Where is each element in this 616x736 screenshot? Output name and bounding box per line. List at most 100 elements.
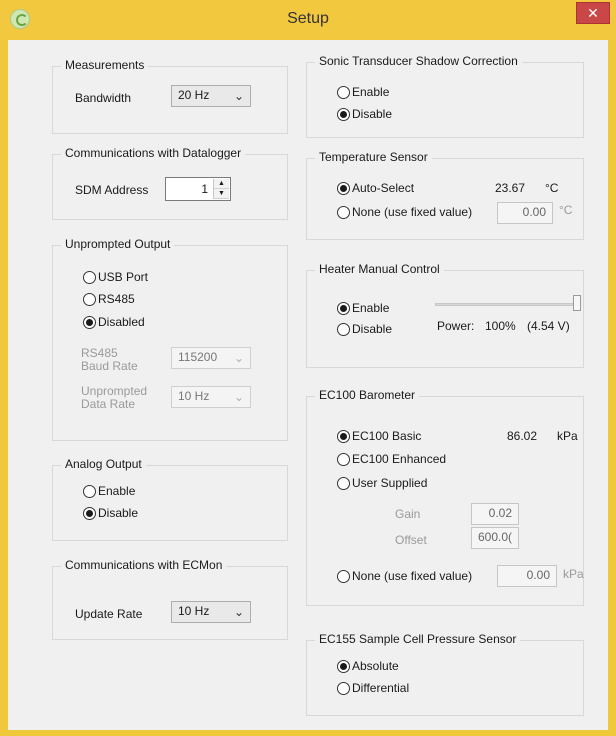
radio-barometer-none[interactable]: None (use fixed value) — [337, 569, 472, 583]
radio-rs485[interactable]: RS485 — [83, 292, 135, 306]
sonic-legend: Sonic Transducer Shadow Correction — [315, 54, 522, 68]
radio-icon — [337, 85, 350, 99]
radio-icon — [337, 452, 350, 466]
temperature-unit: °C — [545, 181, 559, 195]
sonic-shadow-group: Sonic Transducer Shadow Correction Enabl… — [306, 54, 584, 138]
radio-sonic-enable[interactable]: Enable — [337, 85, 389, 99]
chevron-down-icon: ⌄ — [233, 89, 244, 103]
barometer-fixed-input[interactable]: 0.00 — [497, 565, 557, 587]
radio-icon — [83, 484, 96, 498]
bandwidth-select[interactable]: 20 Hz ⌄ — [171, 85, 251, 107]
radio-icon — [337, 681, 350, 695]
power-slider-track[interactable] — [435, 303, 581, 306]
radio-selected-icon — [83, 506, 96, 520]
bandwidth-label: Bandwidth — [75, 91, 132, 105]
chevron-down-icon: ⌄ — [233, 605, 244, 619]
radio-auto-select[interactable]: Auto-Select — [337, 181, 414, 195]
analog-legend: Analog Output — [61, 457, 146, 471]
gain-label: Gain — [395, 507, 421, 521]
ec155-pressure-group: EC155 Sample Cell Pressure Sensor Absolu… — [306, 632, 584, 716]
power-volts: (4.54 V) — [527, 319, 570, 333]
baud-rate-label-2: Baud Rate — [81, 359, 138, 373]
barometer-legend: EC100 Barometer — [315, 388, 420, 402]
baud-rate-value: 115200 — [178, 350, 218, 364]
update-rate-value: 10 Hz — [178, 604, 210, 618]
radio-usb-port[interactable]: USB Port — [83, 270, 148, 284]
sdm-address-label: SDM Address — [75, 183, 149, 197]
data-rate-select[interactable]: 10 Hz ⌄ — [171, 386, 251, 408]
comms-ecmon-legend: Communications with ECMon — [61, 558, 227, 572]
unprompted-output-group: Unprompted Output USB Port RS485 Disable… — [52, 237, 288, 441]
radio-selected-icon — [337, 107, 350, 121]
update-rate-select[interactable]: 10 Hz ⌄ — [171, 601, 251, 623]
spin-down-icon[interactable]: ▼ — [214, 189, 229, 199]
temperature-reading: 23.67 — [495, 181, 526, 195]
ec100-barometer-group: EC100 Barometer EC100 Basic 86.02 kPa EC… — [306, 388, 584, 606]
radio-selected-icon — [337, 181, 350, 195]
chevron-down-icon: ⌄ — [233, 390, 244, 404]
radio-selected-icon — [337, 429, 350, 443]
title-bar[interactable]: Setup ✕ — [0, 0, 616, 40]
radio-differential[interactable]: Differential — [337, 681, 409, 695]
bandwidth-value: 20 Hz — [178, 88, 210, 102]
power-slider-thumb[interactable] — [573, 295, 581, 311]
offset-label: Offset — [395, 533, 427, 547]
radio-selected-icon — [337, 301, 350, 315]
analog-output-group: Analog Output Enable Disable — [52, 457, 288, 541]
radio-heater-enable[interactable]: Enable — [337, 301, 389, 315]
setup-window: Setup ✕ Measurements Bandwidth 20 Hz ⌄ C… — [0, 0, 616, 736]
temperature-fixed-input[interactable]: 0.00 — [497, 202, 553, 224]
radio-ec100-enhanced[interactable]: EC100 Enhanced — [337, 452, 446, 466]
radio-selected-icon — [337, 659, 350, 673]
update-rate-label: Update Rate — [75, 607, 143, 621]
radio-disabled[interactable]: Disabled — [83, 315, 145, 329]
temperature-sensor-group: Temperature Sensor Auto-Select 23.67 °C … — [306, 150, 584, 240]
baud-rate-select[interactable]: 115200 ⌄ — [171, 347, 251, 369]
comms-ecmon-group: Communications with ECMon Update Rate 10… — [52, 558, 288, 640]
unprompted-legend: Unprompted Output — [61, 237, 175, 251]
power-percent: 100% — [485, 319, 516, 333]
radio-analog-enable[interactable]: Enable — [83, 484, 135, 498]
comms-datalogger-legend: Communications with Datalogger — [61, 146, 246, 160]
radio-absolute[interactable]: Absolute — [337, 659, 399, 673]
radio-user-supplied[interactable]: User Supplied — [337, 476, 427, 490]
comms-datalogger-group: Communications with Datalogger SDM Addre… — [52, 146, 288, 220]
spin-up-icon[interactable]: ▲ — [214, 179, 229, 189]
radio-sonic-disable[interactable]: Disable — [337, 107, 392, 121]
data-rate-value: 10 Hz — [178, 389, 210, 403]
heater-control-group: Heater Manual Control Enable Disable Pow… — [306, 262, 584, 368]
radio-temperature-none[interactable]: None (use fixed value) — [337, 205, 472, 219]
power-label: Power: — [437, 319, 475, 333]
measurements-legend: Measurements — [61, 58, 149, 72]
radio-icon — [337, 569, 350, 583]
radio-icon — [337, 476, 350, 490]
radio-icon — [337, 205, 350, 219]
temperature-fixed-unit: °C — [559, 203, 573, 217]
radio-icon — [83, 270, 96, 284]
barometer-reading: 86.02 — [507, 429, 538, 443]
ec155-legend: EC155 Sample Cell Pressure Sensor — [315, 632, 521, 646]
window-title: Setup — [287, 10, 329, 27]
chevron-down-icon: ⌄ — [233, 351, 244, 365]
sdm-address-spinner[interactable]: 1 ▲ ▼ — [165, 177, 231, 201]
radio-icon — [83, 292, 96, 306]
temperature-legend: Temperature Sensor — [315, 150, 432, 164]
barometer-fixed-unit: kPa — [563, 567, 584, 581]
data-rate-label-2: Data Rate — [81, 397, 136, 411]
radio-ec100-basic[interactable]: EC100 Basic — [337, 429, 421, 443]
radio-analog-disable[interactable]: Disable — [83, 506, 138, 520]
gain-input[interactable]: 0.02 — [471, 503, 519, 525]
barometer-unit: kPa — [557, 429, 578, 443]
baud-rate-label-1: RS485 — [81, 346, 118, 360]
sdm-address-value: 1 — [201, 182, 208, 196]
spinner-arrows[interactable]: ▲ ▼ — [213, 179, 229, 199]
radio-heater-disable[interactable]: Disable — [337, 322, 392, 336]
measurements-group: Measurements Bandwidth 20 Hz ⌄ — [52, 58, 288, 134]
data-rate-label-1: Unprompted — [81, 384, 148, 398]
close-button[interactable]: ✕ — [576, 2, 610, 24]
radio-icon — [337, 322, 350, 336]
client-area: Measurements Bandwidth 20 Hz ⌄ Communica… — [8, 40, 608, 730]
heater-legend: Heater Manual Control — [315, 262, 444, 276]
offset-input[interactable]: 600.0( — [471, 527, 519, 549]
radio-selected-icon — [83, 315, 96, 329]
